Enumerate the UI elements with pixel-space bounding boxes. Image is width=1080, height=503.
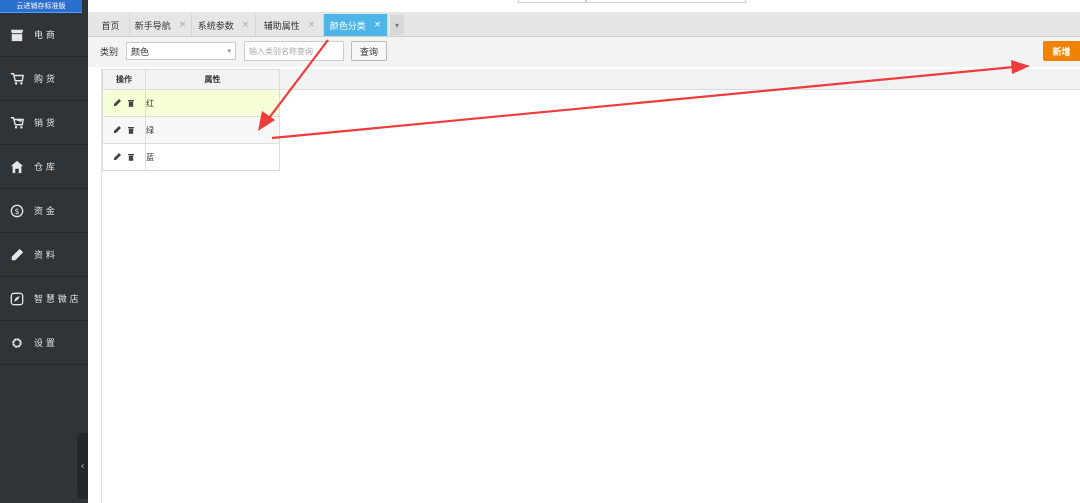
- column-header-attribute: 属性: [145, 69, 280, 90]
- toolbar: 类别 颜色 ▾ 查询 新增: [88, 37, 1080, 67]
- tab-beginner-guide[interactable]: 新手导航 ×: [130, 14, 192, 36]
- top-bar: [88, 0, 1080, 12]
- edit-icon[interactable]: [113, 153, 121, 161]
- table-row[interactable]: 蓝: [102, 143, 280, 171]
- chevron-left-icon: ‹: [80, 460, 85, 472]
- tab-label: 首页: [101, 21, 120, 32]
- chevron-down-icon: ▾: [394, 20, 399, 30]
- chevron-down-icon: ▾: [227, 47, 231, 55]
- row-operations: [102, 89, 146, 117]
- tab-bar: 首页 新手导航 × 系统参数 × 辅助属性 × 颜色分类 × ▾: [88, 12, 1080, 37]
- brand-logo: 云进销存标准版: [0, 0, 82, 13]
- cart-out-icon: [8, 114, 26, 132]
- sidebar-item-ecommerce[interactable]: 电 商: [0, 13, 88, 57]
- sidebar-item-label: 电 商: [34, 31, 55, 41]
- content-area: 操作 属性 红 绿 蓝: [101, 69, 1080, 503]
- tab-home[interactable]: 首页: [92, 14, 130, 36]
- trash-icon[interactable]: [127, 99, 135, 107]
- table-row[interactable]: 红: [102, 89, 280, 117]
- close-icon[interactable]: ×: [242, 20, 250, 30]
- gear-icon: [8, 334, 26, 352]
- row-operations: [102, 143, 146, 171]
- pencil-icon: [8, 246, 26, 264]
- wechat-store-icon: [8, 290, 26, 308]
- sidebar-item-sales[interactable]: 销 货: [0, 101, 88, 145]
- category-label: 类别: [100, 48, 119, 58]
- sidebar-item-label: 仓 库: [34, 163, 55, 173]
- add-button[interactable]: 新增: [1043, 41, 1080, 61]
- close-icon[interactable]: ×: [179, 20, 187, 30]
- top-field-right: [586, 0, 746, 3]
- sidebar-item-label: 销 货: [34, 119, 55, 129]
- sidebar-item-label: 资 金: [34, 207, 55, 217]
- row-operations: [102, 116, 146, 144]
- trash-icon[interactable]: [127, 126, 135, 134]
- attribute-cell: 蓝: [145, 143, 280, 171]
- query-button[interactable]: 查询: [351, 41, 387, 61]
- attribute-table: 操作 属性 红 绿 蓝: [102, 69, 280, 171]
- tab-aux-attributes[interactable]: 辅助属性 ×: [256, 14, 324, 36]
- sidebar-item-label: 购 货: [34, 75, 55, 85]
- tab-more-dropdown[interactable]: ▾: [390, 15, 404, 35]
- sidebar-item-data[interactable]: 资 料: [0, 233, 88, 277]
- trash-icon[interactable]: [127, 153, 135, 161]
- tab-label: 新手导航: [134, 21, 171, 32]
- attribute-cell: 红: [145, 89, 280, 117]
- cart-icon: [8, 70, 26, 88]
- sidebar-item-label: 设 置: [34, 339, 55, 349]
- sidebar-item-label: 资 料: [34, 251, 55, 261]
- close-icon[interactable]: ×: [374, 20, 382, 30]
- category-select-value: 颜色: [131, 47, 150, 58]
- tab-label: 辅助属性: [263, 21, 300, 32]
- tab-color-category[interactable]: 颜色分类 ×: [324, 14, 388, 36]
- top-field-left: [518, 0, 586, 3]
- sidebar-collapse-handle[interactable]: ‹: [77, 433, 88, 499]
- tab-label: 颜色分类: [329, 21, 366, 32]
- sidebar-item-smart-store[interactable]: 智 慧 微 店: [0, 277, 88, 321]
- sidebar-item-warehouse[interactable]: 仓 库: [0, 145, 88, 189]
- search-input[interactable]: [244, 41, 344, 61]
- column-header-operation: 操作: [102, 69, 146, 90]
- store-icon: [8, 26, 26, 44]
- tab-system-params[interactable]: 系统参数 ×: [192, 14, 256, 36]
- warehouse-icon: [8, 158, 26, 176]
- sidebar-item-purchase[interactable]: 购 货: [0, 57, 88, 101]
- sidebar-item-label: 智 慧 微 店: [34, 295, 79, 305]
- sidebar: 云进销存标准版 电 商 购 货 销 货 仓 库 $ 资 金 资 料 智 慧 微 …: [0, 0, 88, 503]
- sidebar-item-settings[interactable]: 设 置: [0, 321, 88, 365]
- sidebar-item-funds[interactable]: $ 资 金: [0, 189, 88, 233]
- attribute-cell: 绿: [145, 116, 280, 144]
- svg-text:$: $: [14, 207, 19, 216]
- category-select[interactable]: 颜色 ▾: [126, 42, 236, 60]
- edit-icon[interactable]: [113, 99, 121, 107]
- table-row[interactable]: 绿: [102, 116, 280, 144]
- tab-label: 系统参数: [197, 21, 234, 32]
- edit-icon[interactable]: [113, 126, 121, 134]
- dollar-icon: $: [8, 202, 26, 220]
- close-icon[interactable]: ×: [308, 20, 316, 30]
